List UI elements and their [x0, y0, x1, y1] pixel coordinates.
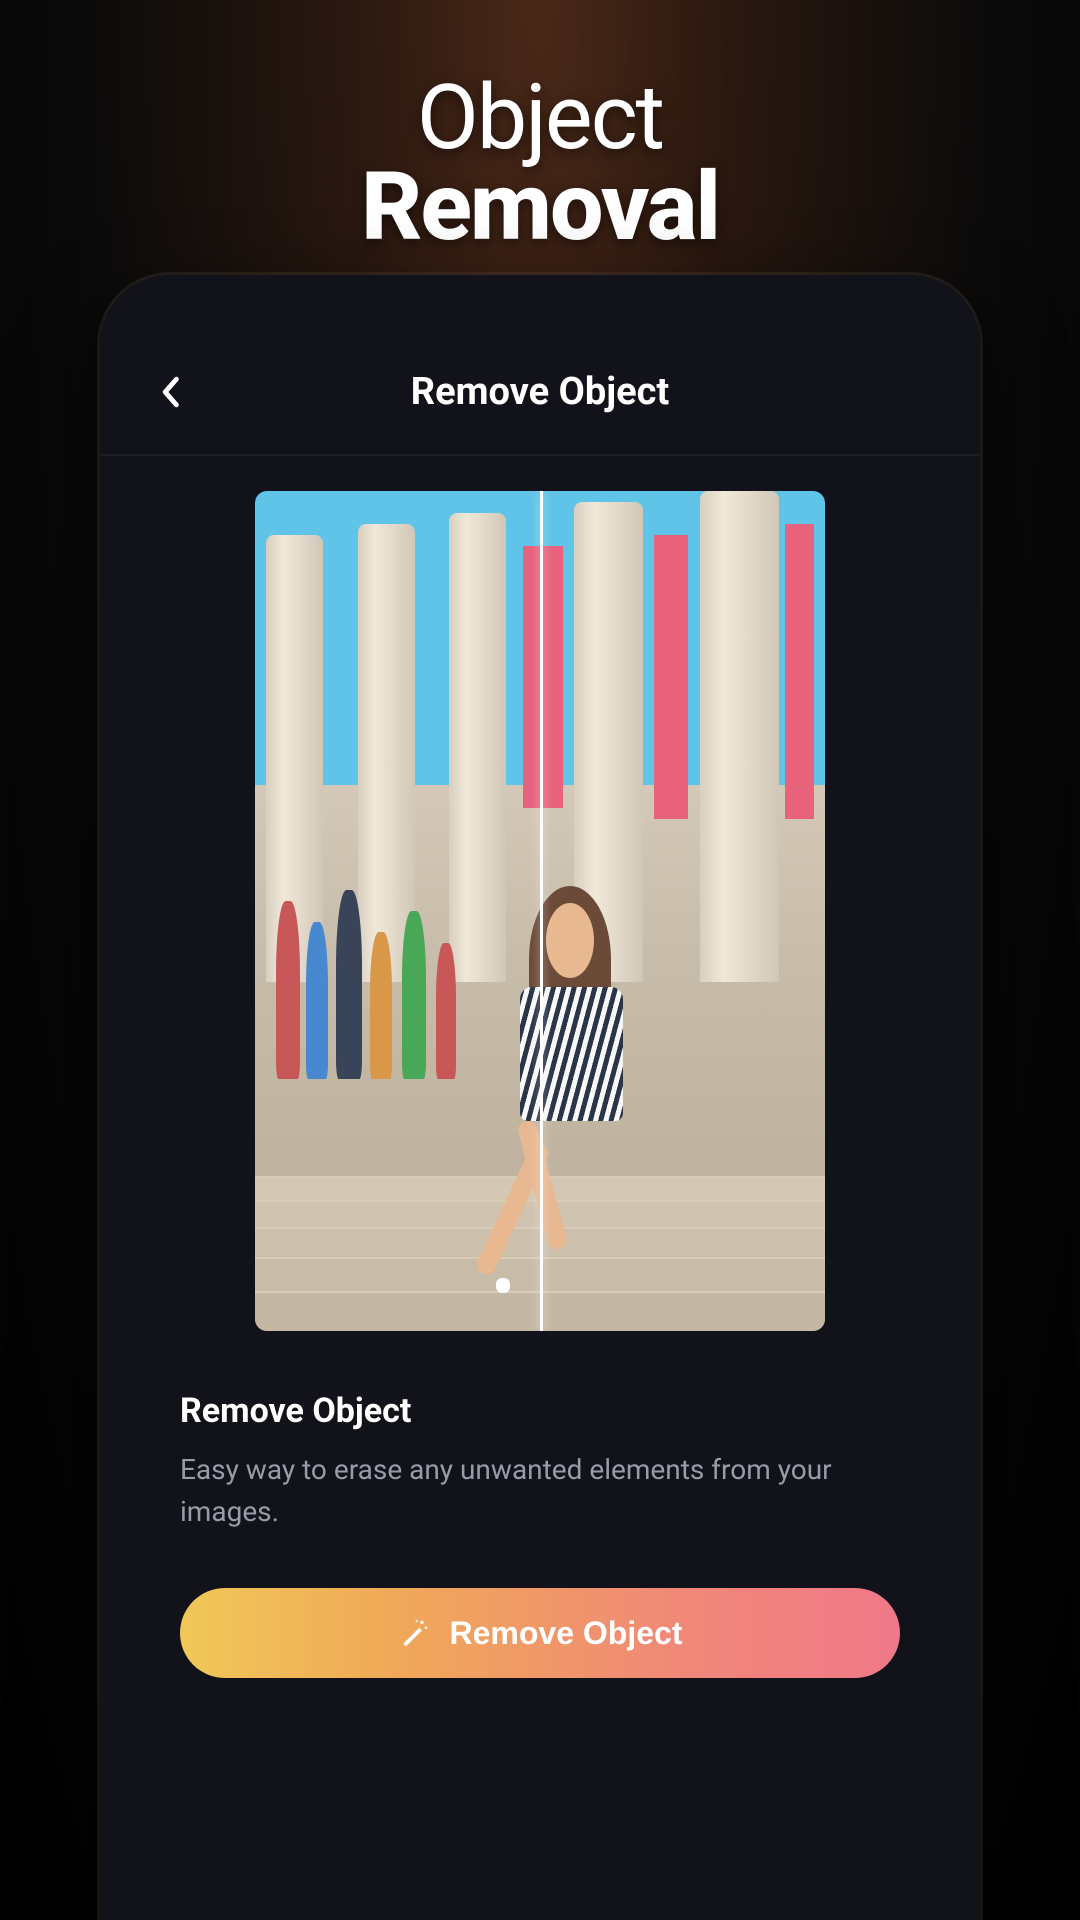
image-compare-preview[interactable] — [255, 491, 825, 1331]
hero-title-line2: Removal — [0, 152, 1080, 263]
action-button-label: Remove Object — [450, 1615, 683, 1652]
info-description: Easy way to erase any unwanted elements … — [180, 1449, 900, 1533]
phone-screen: Remove Object — [100, 275, 980, 1920]
magic-wand-icon — [398, 1617, 430, 1649]
preview-background-people — [266, 869, 466, 1079]
hero-title: Object Removal — [0, 0, 1080, 263]
phone-frame: Remove Object — [100, 275, 980, 1920]
preview-main-subject — [494, 869, 665, 1289]
chevron-left-icon — [160, 376, 180, 408]
info-title: Remove Object — [180, 1391, 900, 1431]
content-area: Remove Object Easy way to erase any unwa… — [100, 456, 980, 1678]
screen-title: Remove Object — [150, 370, 930, 414]
app-header: Remove Object — [100, 330, 980, 456]
info-section: Remove Object Easy way to erase any unwa… — [180, 1331, 900, 1533]
compare-slider-divider[interactable] — [540, 491, 543, 1331]
back-button[interactable] — [150, 372, 190, 412]
remove-object-button[interactable]: Remove Object — [180, 1588, 900, 1678]
